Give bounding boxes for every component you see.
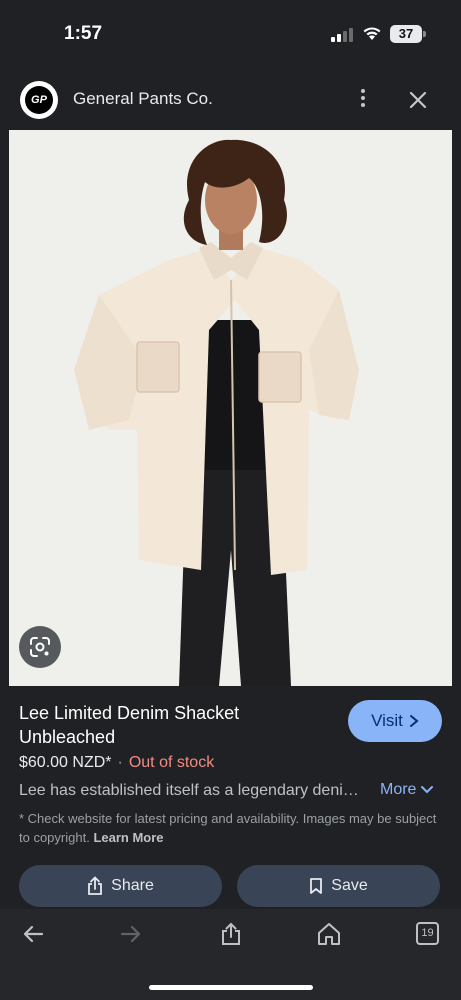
more-button[interactable]: More [380, 781, 434, 799]
save-label: Save [331, 877, 368, 894]
product-image[interactable] [9, 130, 452, 686]
learn-more-link[interactable]: Learn More [93, 830, 163, 845]
price: $60.00 NZD* [19, 754, 112, 771]
home-icon[interactable] [316, 921, 342, 947]
save-button[interactable]: Save [237, 865, 440, 907]
more-label: More [380, 781, 417, 798]
stock-status: Out of stock [128, 754, 215, 771]
price-row: $60.00 NZD* · Out of stock [19, 754, 214, 772]
source-header: GP General Pants Co. [0, 70, 461, 130]
home-indicator [149, 985, 313, 990]
model-photo [9, 130, 452, 686]
disclaimer-text: * Check website for latest pricing and a… [19, 811, 437, 845]
chevron-down-icon [421, 786, 434, 794]
cellular-signal-icon [331, 27, 355, 42]
product-title[interactable]: Lee Limited Denim Shacket Unbleached [19, 701, 319, 749]
forward-arrow-icon[interactable] [118, 921, 144, 947]
lens-icon [30, 637, 50, 657]
copyright-disclaimer: * Check website for latest pricing and a… [19, 809, 439, 847]
share-button[interactable]: Share [19, 865, 222, 907]
status-bar: 1:57 37 [0, 0, 461, 70]
site-logo[interactable]: GP [20, 81, 58, 119]
bookmark-icon [310, 878, 323, 894]
close-icon[interactable] [404, 86, 432, 114]
tab-switcher-icon[interactable]: 19 [416, 922, 439, 945]
status-time: 1:57 [64, 23, 103, 44]
back-arrow-icon[interactable] [20, 921, 46, 947]
google-lens-button[interactable] [19, 626, 61, 668]
visit-label: Visit [371, 711, 403, 730]
site-name[interactable]: General Pants Co. [73, 89, 213, 109]
separator-dot: · [117, 754, 123, 771]
logo-text: GP [25, 86, 53, 114]
chevron-right-icon [409, 715, 419, 727]
battery-icon: 37 [390, 25, 422, 43]
share-icon [88, 876, 103, 895]
wifi-icon [363, 27, 381, 40]
visit-button[interactable]: Visit [348, 700, 442, 742]
battery-tip [423, 31, 426, 37]
share-label: Share [111, 877, 154, 894]
product-description: Lee has established itself as a legendar… [19, 782, 359, 799]
more-options-icon[interactable] [351, 86, 375, 114]
share-page-icon[interactable] [218, 921, 244, 947]
